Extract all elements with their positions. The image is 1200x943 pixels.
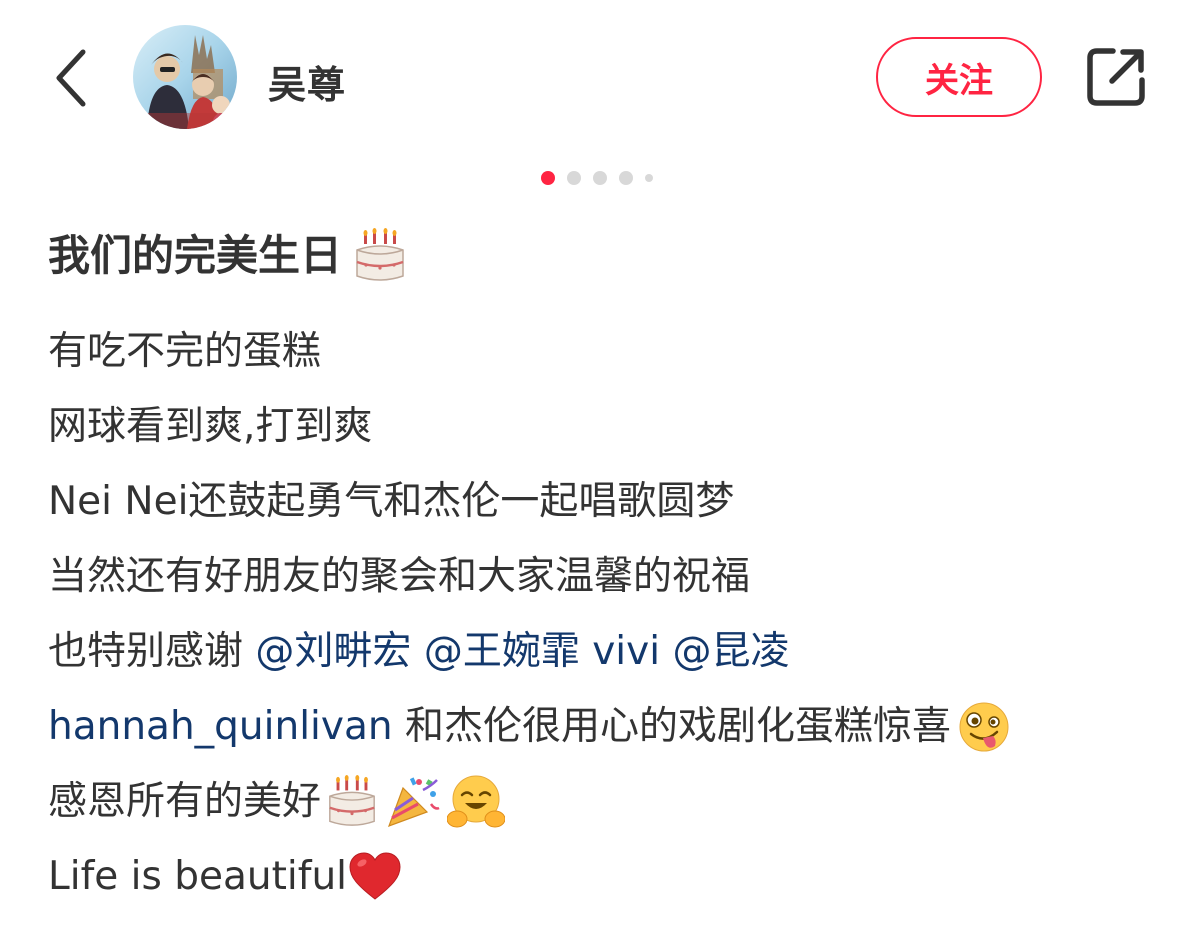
party-popper-icon: [388, 776, 440, 827]
note-line: 有吃不完的蛋糕: [48, 329, 322, 374]
note-line-text: 感恩所有的美好: [48, 779, 322, 824]
note-title: 我们的完美生日: [48, 224, 408, 288]
note-line-text: 和杰伦很用心的戏剧化蛋糕惊喜: [392, 704, 951, 749]
user-avatar-photo: [133, 25, 237, 129]
mention-link[interactable]: @昆凌: [672, 614, 789, 689]
back-button[interactable]: [46, 46, 96, 110]
note-line-surprise: hannah_quinlivan 和杰伦很用心的戏剧化蛋糕惊喜: [48, 689, 1168, 764]
note-line: Nei Nei还鼓起勇气和杰伦一起唱歌圆梦: [48, 479, 735, 524]
note-line: 当然还有好朋友的聚会和大家温馨的祝福: [48, 554, 751, 599]
share-button[interactable]: [1085, 46, 1147, 108]
share-icon: [1087, 48, 1145, 106]
carousel-indicator: [0, 170, 1200, 186]
carousel-dot-active[interactable]: [541, 171, 555, 185]
note-line: 网球看到爽,打到爽: [48, 404, 373, 449]
note-line-thanks-all: 感恩所有的美好: [48, 764, 1168, 839]
author-name[interactable]: 吴尊: [268, 54, 346, 109]
note-line-text: Life is beautiful: [48, 854, 348, 899]
note-detail-page: 吴尊 关注 我们的完美生日 有吃不完的蛋糕 网球看到爽,打到爽 Nei Nei还…: [0, 0, 1200, 943]
note-header: 吴尊 关注: [0, 0, 1200, 150]
note-line-text: 也特别感谢: [48, 629, 256, 674]
carousel-dot[interactable]: [619, 171, 633, 185]
mention-link[interactable]: hannah_quinlivan: [48, 689, 393, 764]
carousel-dot[interactable]: [593, 171, 607, 185]
birthday-cake-icon: [356, 228, 404, 281]
hugging-face-icon: [447, 775, 506, 827]
note-line-closing: Life is beautiful: [48, 839, 1168, 914]
mention-link[interactable]: @王婉霏 vivi: [424, 614, 660, 689]
birthday-cake-icon: [329, 774, 375, 826]
red-heart-icon: [349, 851, 401, 900]
carousel-dot[interactable]: [567, 171, 581, 185]
back-chevron-icon: [56, 49, 86, 107]
note-title-text: 我们的完美生日: [48, 231, 343, 280]
carousel-dot-more: [645, 174, 653, 182]
avatar[interactable]: [133, 25, 237, 129]
note-body: 有吃不完的蛋糕 网球看到爽,打到爽 Nei Nei还鼓起勇气和杰伦一起唱歌圆梦 …: [48, 314, 1168, 914]
follow-button[interactable]: 关注: [876, 37, 1042, 117]
mention-link[interactable]: @刘畊宏: [255, 614, 411, 689]
note-line-thanks: 也特别感谢 @刘畊宏 @王婉霏 vivi @昆凌: [48, 614, 1168, 689]
zany-face-icon: [959, 702, 1009, 751]
